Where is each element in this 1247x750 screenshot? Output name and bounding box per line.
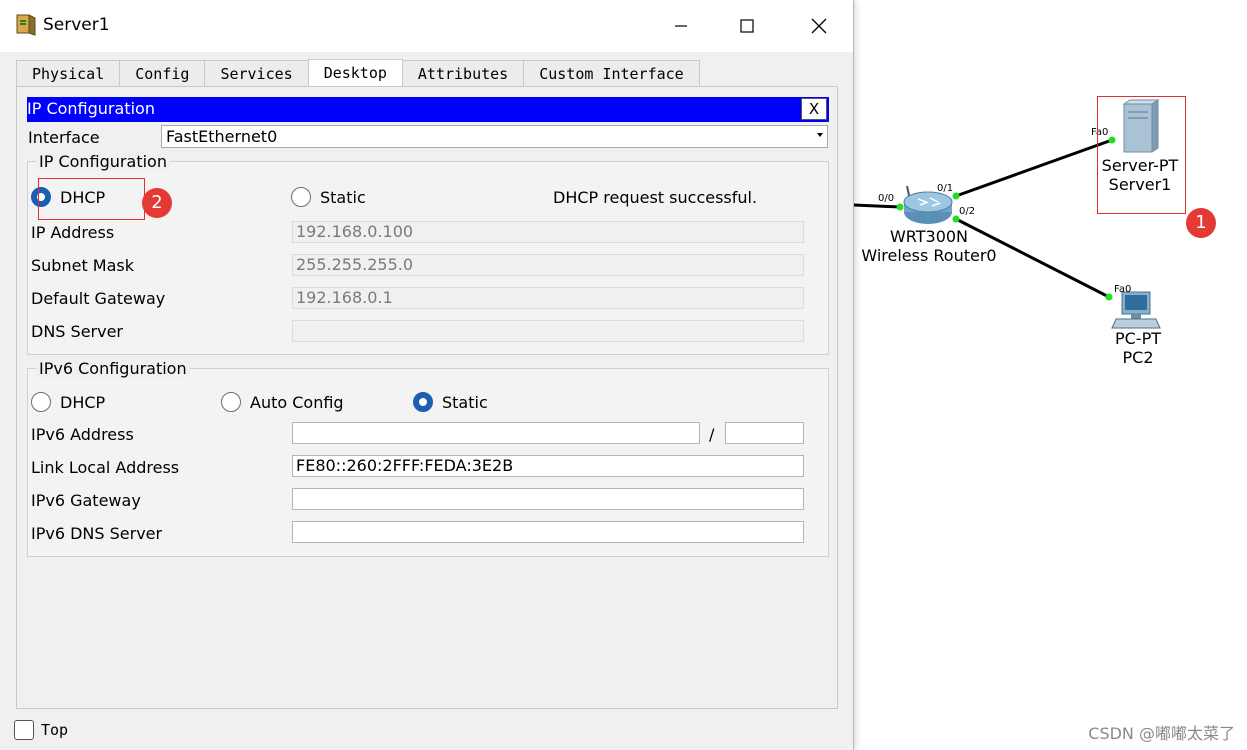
ipv6-prefix-field[interactable] (725, 422, 804, 444)
link-local-address-field[interactable]: FE80::260:2FFF:FEDA:3E2B (292, 455, 804, 477)
pc-port-label: Fa0 (1114, 284, 1132, 295)
ip-address-label: IP Address (31, 223, 115, 242)
pc-model: PC-PT (1114, 329, 1161, 348)
subnet-mask-field[interactable]: 255.255.255.0 (292, 254, 804, 276)
minimize-icon (675, 25, 687, 27)
server-highlight-box (1097, 96, 1186, 214)
dns-server-label: DNS Server (31, 322, 123, 341)
top-checkbox[interactable] (14, 720, 34, 740)
dhcp-status-message: DHCP request successful. (553, 188, 758, 207)
router-port-label: 0/0 (878, 193, 895, 204)
ip-config-header: IP Configuration X (27, 97, 829, 122)
close-icon (811, 18, 827, 34)
pc-label[interactable]: PC-PT PC2 (1100, 329, 1176, 367)
ipv6-static-radio[interactable]: Static (413, 392, 488, 412)
ipv6-gateway-label: IPv6 Gateway (31, 491, 141, 510)
ipv6-address-field[interactable] (292, 422, 700, 444)
router-model: WRT300N (889, 227, 969, 246)
packet-tracer-icon (16, 14, 36, 36)
title-bar[interactable]: Server1 (0, 0, 853, 52)
link-local-address-label: Link Local Address (31, 458, 180, 477)
ip-config-title: IP Configuration (27, 99, 155, 118)
tab-services[interactable]: Services (204, 60, 309, 86)
minimize-button[interactable] (658, 8, 704, 44)
ipv6-dhcp-radio[interactable]: DHCP (31, 392, 105, 412)
close-window-button[interactable] (796, 8, 842, 44)
top-label: Top (41, 721, 69, 739)
pc-icon[interactable] (1111, 291, 1161, 329)
radio-unselected-icon (31, 392, 51, 412)
link-light (1105, 293, 1113, 301)
interface-value: FastEthernet0 (166, 127, 278, 146)
ipv4-static-label: Static (320, 187, 366, 207)
tab-custom-interface[interactable]: Custom Interface (523, 60, 700, 86)
tab-config[interactable]: Config (119, 60, 206, 86)
ipv6-group-legend: IPv6 Configuration (36, 359, 190, 378)
interface-select[interactable]: FastEthernet0 (161, 125, 828, 148)
watermark: CSDN @嘟嘟太菜了 (1088, 724, 1235, 743)
ipv4-static-radio[interactable]: Static (291, 187, 366, 207)
ipv6-auto-config-label: Auto Config (250, 392, 344, 412)
router-name: Wireless Router0 (861, 246, 997, 265)
annotation-badge-2: 2 (142, 188, 172, 218)
ipv6-dhcp-label: DHCP (60, 392, 106, 412)
tab-attributes[interactable]: Attributes (401, 60, 525, 86)
router-port-label: 0/1 (937, 183, 954, 194)
tab-physical[interactable]: Physical (16, 60, 121, 86)
annotation-badge-1: 1 (1186, 208, 1216, 238)
tab-desktop[interactable]: Desktop (307, 59, 403, 86)
link-light (952, 192, 960, 200)
ipv6-gateway-field[interactable] (292, 488, 804, 510)
radio-unselected-icon (221, 392, 241, 412)
top-checkbox-row[interactable]: Top (14, 720, 68, 740)
default-gateway-label: Default Gateway (31, 289, 166, 308)
window-title: Server1 (43, 15, 110, 35)
default-gateway-field[interactable]: 192.168.0.1 (292, 287, 804, 309)
ipv6-dns-server-field[interactable] (292, 521, 804, 543)
dropdown-arrow-icon (817, 133, 823, 137)
ipv6-static-label: Static (442, 392, 488, 412)
subnet-mask-label: Subnet Mask (31, 256, 135, 275)
maximize-button[interactable] (724, 8, 770, 44)
maximize-icon (740, 19, 754, 33)
ipv4-group-legend: IP Configuration (36, 152, 170, 171)
ipv6-config-group: IPv6 Configuration DHCP Auto Config Stat… (27, 359, 829, 557)
link-router-server (955, 138, 1113, 198)
interface-label: Interface (28, 128, 100, 147)
router-port-label: 0/2 (959, 206, 976, 217)
server-window: Server1 Physical Config Services Desktop… (0, 0, 854, 750)
radio-selected-icon (413, 392, 433, 412)
dhcp-highlight-box (38, 178, 145, 220)
ip-address-field[interactable]: 192.168.0.100 (292, 221, 804, 243)
link-light (896, 203, 904, 211)
ipv6-address-label: IPv6 Address (31, 425, 134, 444)
radio-unselected-icon (291, 187, 311, 207)
router-label[interactable]: WRT300N Wireless Router0 (856, 227, 1002, 265)
ipv6-auto-config-radio[interactable]: Auto Config (221, 392, 344, 412)
link-router-left (853, 203, 901, 209)
ip-config-close-button[interactable]: X (801, 98, 827, 120)
ipv6-dns-server-label: IPv6 DNS Server (31, 524, 163, 543)
tab-bar: Physical Config Services Desktop Attribu… (16, 59, 700, 86)
pc-name: PC2 (1122, 348, 1154, 367)
dns-server-field[interactable] (292, 320, 804, 342)
prefix-separator: / (709, 425, 715, 444)
